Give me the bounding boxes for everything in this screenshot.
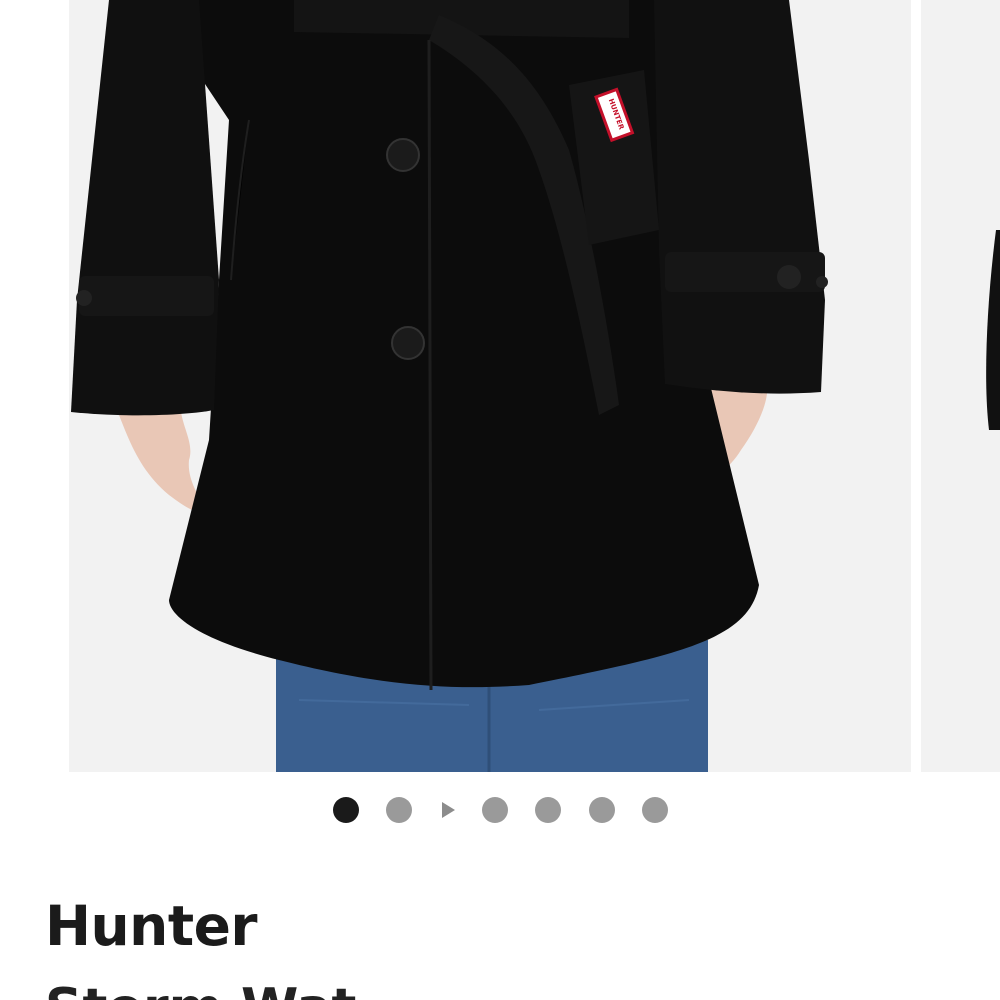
- product-image-carousel[interactable]: HUNTER: [0, 0, 1000, 772]
- coat-photo: HUNTER: [71, 0, 828, 772]
- carousel-pagination: [0, 795, 1000, 823]
- carousel-dot-6[interactable]: [589, 797, 615, 823]
- product-brand[interactable]: Hunter: [45, 893, 258, 959]
- next-photo-peek: [986, 230, 1000, 430]
- carousel-dot-5[interactable]: [535, 797, 561, 823]
- product-image-next-peek[interactable]: [921, 0, 1000, 772]
- coat-left-sleeve: [71, 0, 219, 416]
- carousel-dot-7[interactable]: [642, 797, 668, 823]
- product-title-container: Storm Wat: [0, 970, 1000, 1000]
- product-image-main[interactable]: HUNTER: [69, 0, 911, 772]
- play-video-icon[interactable]: [442, 802, 455, 818]
- left-hand: [117, 410, 205, 512]
- carousel-dot-2[interactable]: [386, 797, 412, 823]
- coat-button-2: [391, 326, 425, 360]
- product-detail-page: HUNTER Hunter Storm Wat: [0, 0, 1000, 1000]
- carousel-dot-1[interactable]: [333, 797, 359, 823]
- coat-button-1: [386, 138, 420, 172]
- carousel-dot-4[interactable]: [482, 797, 508, 823]
- coat-right-sleeve: [654, 0, 825, 394]
- product-title: Storm Wat: [45, 978, 356, 1000]
